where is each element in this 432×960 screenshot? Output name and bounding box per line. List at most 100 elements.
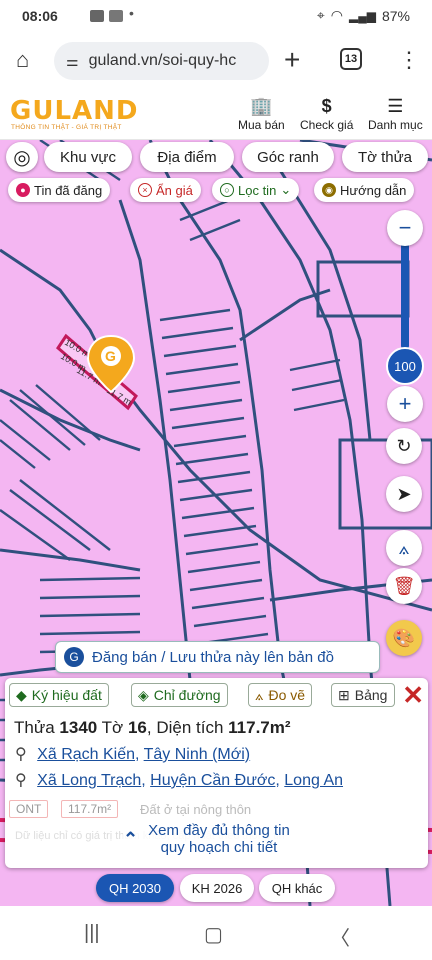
zoom-level-badge[interactable]: 100 xyxy=(386,347,424,385)
chip-label: Hướng dẫn xyxy=(340,182,407,198)
dot-icon: • xyxy=(129,5,134,21)
pin-icon: ⚲ xyxy=(15,746,27,763)
refresh-button[interactable]: ↻ xyxy=(386,428,422,464)
filter-to-thua[interactable]: Tờ thửa xyxy=(342,142,428,172)
measure-icon: ⟑ xyxy=(255,686,264,703)
chip-label: Tin đã đăng xyxy=(34,182,103,198)
nav-danh-muc[interactable]: ☰ Danh mục xyxy=(368,96,423,132)
wifi-icon: ◠ xyxy=(330,7,343,23)
palette-icon: ◆ xyxy=(16,686,27,703)
plus-icon: + xyxy=(398,391,412,416)
delete-button[interactable]: 🗑 xyxy=(386,568,422,604)
guland-logo[interactable]: GULAND xyxy=(10,96,138,126)
province-link[interactable]: Long An xyxy=(284,772,343,789)
more-line2: quy hoạch chi tiết xyxy=(160,839,278,856)
gallery-icon xyxy=(109,10,123,22)
chip-an-gia[interactable]: × Ẩn giá xyxy=(130,178,201,202)
parcel-area: 117.7m² xyxy=(228,718,291,737)
recents-icon[interactable]: ||| xyxy=(84,922,100,945)
crosshair-icon: ◎ xyxy=(13,146,31,169)
commune-link[interactable]: Xã Long Trạch xyxy=(37,772,141,789)
chip-label: QH khác xyxy=(271,880,323,896)
tab-chi-duong[interactable]: ◈ Chỉ đường xyxy=(131,683,228,707)
chip-loc-tin[interactable]: ○ Lọc tin ⌄ xyxy=(212,178,300,202)
chip-label: Khu vực xyxy=(60,148,116,166)
zoom-in-button[interactable]: + xyxy=(387,386,423,422)
close-panel-button[interactable]: ✕ xyxy=(402,682,424,708)
guide-icon: ◉ xyxy=(322,183,336,197)
filter-dia-diem[interactable]: Địa điểm xyxy=(140,142,234,172)
building-icon: 🏢 xyxy=(250,96,273,116)
battery-text: 87% xyxy=(381,7,410,24)
chip-label: KH 2026 xyxy=(191,880,243,896)
measure-button[interactable]: ⟑ xyxy=(386,530,422,566)
nav-check-gia[interactable]: $ Check giá xyxy=(300,96,353,132)
site-info-icon[interactable]: ⚌ xyxy=(66,53,79,70)
filter-khu-vuc[interactable]: Khu vực xyxy=(44,142,132,172)
refresh-icon: ↻ xyxy=(396,435,412,456)
title-prefix: Thửa xyxy=(14,718,55,737)
system-nav-bar: ||| ▢ 〈 xyxy=(0,906,432,960)
filter-goc-ranh[interactable]: Góc ranh xyxy=(242,142,334,172)
chip-huong-dan[interactable]: ◉ Hướng dẫn xyxy=(314,178,415,202)
layer-qh-2030[interactable]: QH 2030 xyxy=(96,874,174,902)
location-new: ⚲ Xã Rạch Kiến, Tây Ninh (Mới) xyxy=(15,746,251,763)
back-icon[interactable]: 〈 xyxy=(330,922,350,951)
nav-label: Check giá xyxy=(300,118,354,132)
home-nav-icon[interactable]: ▢ xyxy=(204,922,223,947)
new-tab-icon[interactable]: + xyxy=(284,46,300,74)
parcel-number: 1340 xyxy=(59,718,98,737)
location-icon: ⌖ xyxy=(316,7,325,23)
locate-me-button[interactable]: ◎ xyxy=(6,142,38,172)
guland-g-icon: G xyxy=(64,647,84,667)
measure-icon: ⟑ xyxy=(398,537,410,558)
chip-label: Địa điểm xyxy=(157,148,217,166)
view-full-info-button[interactable]: ⌃ Xem đầy đủ thông tin quy hoạch chi tiế… xyxy=(123,822,290,856)
tab-do-ve[interactable]: ⟑ Đo vẽ xyxy=(248,683,313,707)
zoom-out-button[interactable]: − xyxy=(387,210,423,246)
sheet-prefix: Tờ xyxy=(101,718,124,737)
menu-more-icon[interactable]: ⋮ xyxy=(398,46,420,74)
home-icon[interactable]: ⌂ xyxy=(16,46,29,74)
status-bar: 08:06 • ⌖ ◠ ▂▄▆ 87% xyxy=(0,0,432,34)
area-prefix: , Diện tích xyxy=(146,718,224,737)
post-parcel-label: Đăng bán / Lưu thửa này lên bản đồ xyxy=(92,648,334,666)
tab-switcher-button[interactable]: 13 xyxy=(340,48,362,70)
browser-toolbar: ⌂ ⚌ guland.vn/soi-quy-hc + ⋮ xyxy=(0,34,432,88)
chip-tin-da-dang[interactable]: ● Tin đã đăng xyxy=(8,178,111,202)
navigate-button[interactable]: ➤ xyxy=(386,476,422,512)
address-bar[interactable]: ⚌ guland.vn/soi-quy-hc xyxy=(54,42,269,80)
chevron-up-icon: ⌃ xyxy=(123,828,139,849)
nav-label: Mua bán xyxy=(238,118,285,132)
close-icon: ✕ xyxy=(402,680,424,710)
navigation-icon: ➤ xyxy=(396,483,412,504)
province-link[interactable]: Tây Ninh (Mới) xyxy=(144,746,251,763)
tab-ky-hieu-dat[interactable]: ◆ Ký hiệu đất xyxy=(9,683,109,707)
commune-link[interactable]: Xã Rạch Kiến xyxy=(37,746,135,763)
table-icon: ⊞ xyxy=(338,686,350,703)
chip-label: Lọc tin xyxy=(238,182,277,198)
tab-label: Ký hiệu đất xyxy=(31,687,102,703)
status-right: ⌖ ◠ ▂▄▆ 87% xyxy=(317,7,410,24)
layer-kh-2026[interactable]: KH 2026 xyxy=(180,874,254,902)
layer-color-button[interactable]: 🎨 xyxy=(386,620,422,656)
layer-qh-khac[interactable]: QH khác xyxy=(259,874,335,902)
palette-icon: 🎨 xyxy=(392,627,416,648)
tab-count: 13 xyxy=(344,53,358,65)
site-header: GULAND THÔNG TIN THẬT - GIÁ TRỊ THẬT 🏢 Mu… xyxy=(0,88,432,140)
nav-mua-ban[interactable]: 🏢 Mua bán xyxy=(238,96,285,132)
post-parcel-button[interactable]: G Đăng bán / Lưu thửa này lên bản đồ xyxy=(55,641,380,673)
parcel-info-panel: ◆ Ký hiệu đất ◈ Chỉ đường ⟑ Đo vẽ ⊞ Bảng ✕ T… xyxy=(5,678,428,868)
land-type-text: Đất ở tại nông thôn xyxy=(140,802,252,817)
tab-bang[interactable]: ⊞ Bảng xyxy=(331,683,395,707)
hide-price-icon: × xyxy=(138,183,152,197)
chip-label: Ẩn giá xyxy=(156,182,193,198)
district-link[interactable]: Huyện Cần Đước xyxy=(150,772,275,789)
tab-label: Chỉ đường xyxy=(153,687,221,703)
url-text: guland.vn/soi-quy-hc xyxy=(88,52,237,69)
land-area-badge: 117.7m² xyxy=(61,800,119,818)
trash-icon: 🗑 xyxy=(392,575,416,596)
filter-icon: ○ xyxy=(220,183,234,197)
zoom-slider-track[interactable] xyxy=(401,240,409,350)
chip-label: Góc ranh xyxy=(257,148,319,166)
